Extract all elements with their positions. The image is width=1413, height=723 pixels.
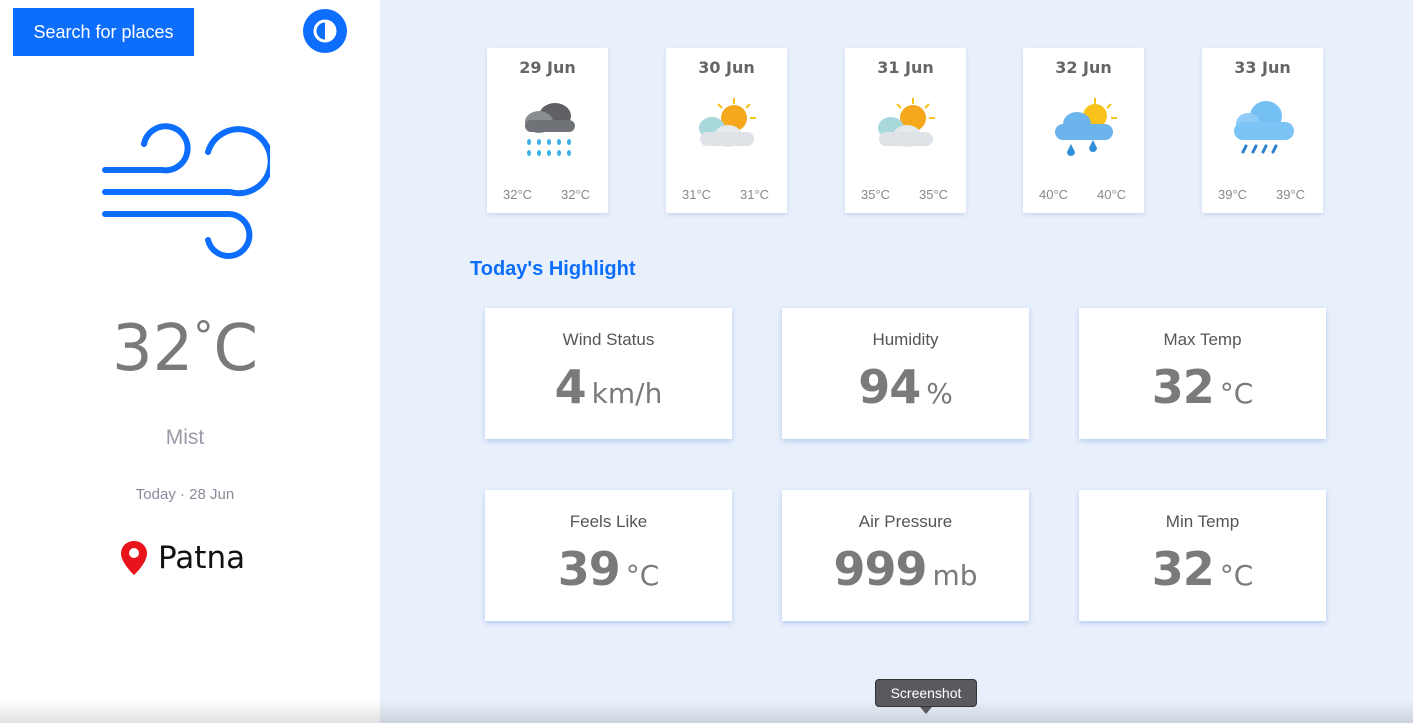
highlight-label: Wind Status <box>562 330 655 349</box>
sun-rain-cloud-icon <box>1055 98 1117 156</box>
forecast-min-temp: 35°C <box>861 187 891 202</box>
forecast-max-temp: 32°C <box>561 187 591 202</box>
highlights-title: Today's Highlight <box>470 258 636 280</box>
forecast-card: 29 Jun 32°C 32°C <box>487 48 608 213</box>
rain-cloud-icon <box>1234 101 1294 154</box>
highlight-label: Air Pressure <box>858 512 953 531</box>
search-places-button[interactable]: Search for places <box>13 8 194 56</box>
sidebar: Search for places 32°C Mist Today · 28 J… <box>0 0 380 723</box>
highlight-card-humidity: Humidity 94% <box>782 308 1029 439</box>
highlight-label: Min Temp <box>1165 512 1240 531</box>
forecast-card: 31 Jun 35°C 35°C <box>845 48 966 213</box>
highlight-value: 4 km/h <box>554 360 663 414</box>
forecast-max-temp: 39°C <box>1276 187 1306 202</box>
highlight-value: 999 mb <box>833 542 978 596</box>
theme-toggle-button[interactable] <box>303 9 347 53</box>
heavy-rain-cloud-icon <box>525 103 575 156</box>
forecast-date: 33 Jun <box>1234 58 1291 77</box>
highlight-value: 32 °C <box>1151 360 1254 414</box>
forecast-min-temp: 32°C <box>503 187 533 202</box>
city-name: Patna <box>158 540 246 576</box>
forecast-card: 32 Jun 40°C 40°C <box>1023 48 1144 213</box>
forecast-card: 33 Jun 39°C 39°C <box>1202 48 1323 213</box>
forecast-max-temp: 31°C <box>740 187 770 202</box>
highlight-card-max-temp: Max Temp 32 °C <box>1079 308 1326 439</box>
highlight-value: 39 °C <box>557 542 660 596</box>
screenshot-tooltip: Screenshot <box>875 679 977 714</box>
highlight-value: 94% <box>858 360 953 414</box>
highlight-label: Humidity <box>872 330 939 349</box>
forecast-min-temp: 31°C <box>682 187 712 202</box>
forecast-date: 30 Jun <box>698 58 755 77</box>
highlight-card-wind: Wind Status 4 km/h <box>485 308 732 439</box>
highlight-card-air-pressure: Air Pressure 999 mb <box>782 490 1029 621</box>
current-temperature: 32°C <box>111 312 259 386</box>
forecast-max-temp: 35°C <box>919 187 949 202</box>
forecast-date: 32 Jun <box>1055 58 1112 77</box>
bottom-shadow <box>0 700 1413 723</box>
contrast-icon <box>313 19 337 43</box>
forecast-min-temp: 40°C <box>1039 187 1069 202</box>
current-date: Today · 28 Jun <box>135 486 235 503</box>
forecast-card: 30 Jun 31°C 31°C <box>666 48 787 213</box>
location: Patna <box>120 536 245 580</box>
forecast-min-temp: 39°C <box>1218 187 1248 202</box>
sun-behind-clouds-icon <box>878 98 935 147</box>
forecast-date: 31 Jun <box>877 58 934 77</box>
current-condition: Mist <box>165 426 205 449</box>
highlight-label: Max Temp <box>1163 330 1242 349</box>
highlight-value: 32 °C <box>1151 542 1254 596</box>
wind-icon <box>102 123 270 259</box>
highlight-card-min-temp: Min Temp 32 °C <box>1079 490 1326 621</box>
sun-behind-clouds-icon <box>699 98 756 147</box>
location-pin-icon <box>121 541 147 575</box>
highlight-card-feels-like: Feels Like 39 °C <box>485 490 732 621</box>
forecast-date: 29 Jun <box>519 58 576 77</box>
forecast-max-temp: 40°C <box>1097 187 1127 202</box>
highlight-label: Feels Like <box>569 512 648 531</box>
